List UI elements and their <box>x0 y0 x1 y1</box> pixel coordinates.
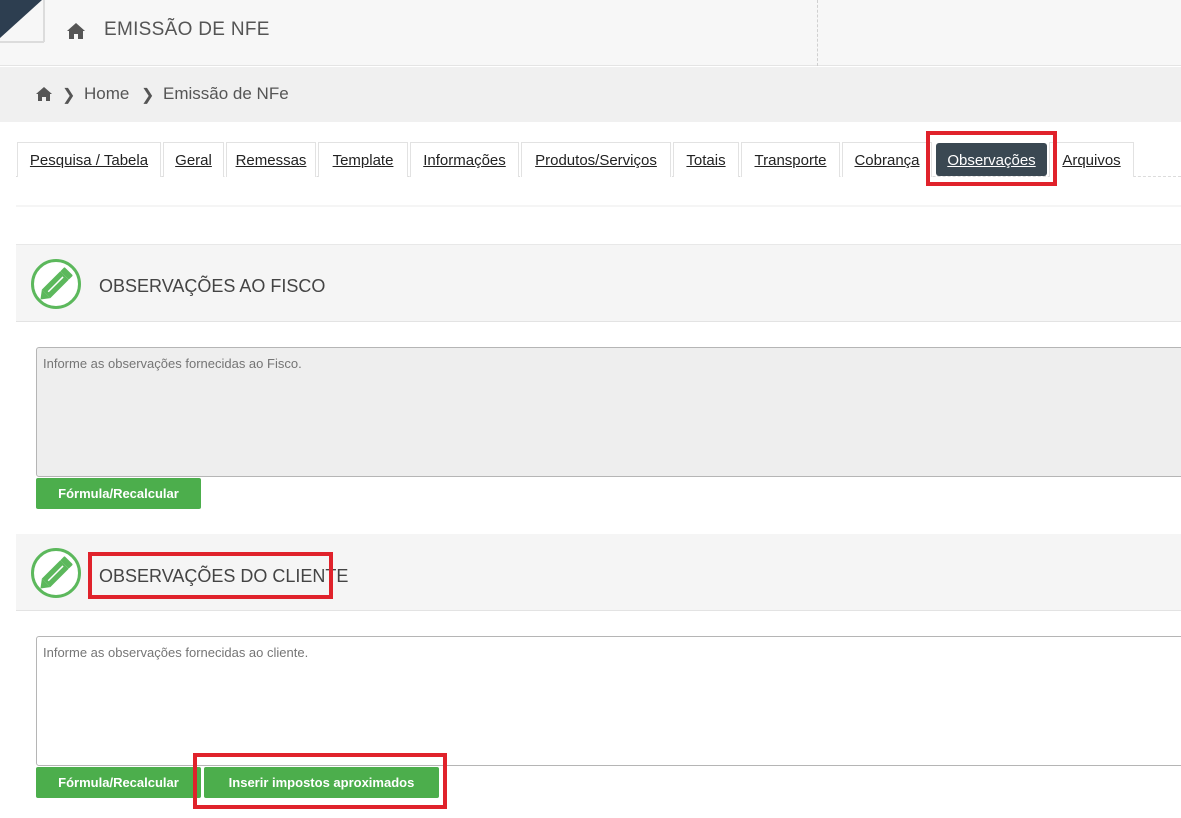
chevron-right-icon: ❯ <box>62 87 76 104</box>
tab-pesquisa-tabela[interactable]: Pesquisa / Tabela <box>17 142 161 177</box>
breadcrumb-current: Emissão de NFe <box>163 84 289 103</box>
page-title: EMISSÃO DE NFE <box>104 19 270 40</box>
section-header-cliente: OBSERVAÇÕES DO CLIENTE <box>16 535 1181 611</box>
tab-remessas[interactable]: Remessas <box>226 142 316 177</box>
breadcrumb: ❯ Home ❯ Emissão de NFe <box>0 67 1181 122</box>
tab-observacoes[interactable]: Observações <box>936 143 1047 176</box>
tab-geral[interactable]: Geral <box>163 142 224 177</box>
formula-recalcular-fisco-button[interactable]: Fórmula/Recalcular <box>36 478 201 509</box>
tab-totais[interactable]: Totais <box>673 142 739 177</box>
tab-template[interactable]: Template <box>318 142 408 177</box>
edit-pencil-icon <box>31 548 81 598</box>
menu-toggle-corner[interactable] <box>0 0 48 44</box>
section-header-fisco: OBSERVAÇÕES AO FISCO <box>16 246 1181 322</box>
tab-produtos-servicos[interactable]: Produtos/Serviços <box>521 142 671 177</box>
observacoes-fisco-textarea[interactable] <box>36 347 1181 477</box>
section-title-cliente: OBSERVAÇÕES DO CLIENTE <box>99 566 349 586</box>
section-title-fisco: OBSERVAÇÕES AO FISCO <box>99 276 326 296</box>
tab-informacoes[interactable]: Informações <box>410 142 519 177</box>
tab-transporte[interactable]: Transporte <box>741 142 840 177</box>
breadcrumb-home-link[interactable]: Home <box>84 84 129 104</box>
header-divider <box>817 0 818 66</box>
tab-arquivos[interactable]: Arquivos <box>1049 142 1134 177</box>
home-icon <box>67 23 85 39</box>
tab-cobranca[interactable]: Cobrança <box>842 142 932 177</box>
edit-pencil-icon <box>31 259 81 309</box>
breadcrumb-home-icon[interactable] <box>36 87 52 101</box>
content-top-strip <box>16 207 1181 245</box>
top-header: EMISSÃO DE NFE <box>0 0 1181 66</box>
inserir-impostos-aproximados-button[interactable]: Inserir impostos aproximados <box>204 767 439 798</box>
chevron-right-icon: ❯ <box>141 87 155 104</box>
observacoes-cliente-textarea[interactable] <box>36 636 1181 766</box>
formula-recalcular-cliente-button[interactable]: Fórmula/Recalcular <box>36 767 201 798</box>
